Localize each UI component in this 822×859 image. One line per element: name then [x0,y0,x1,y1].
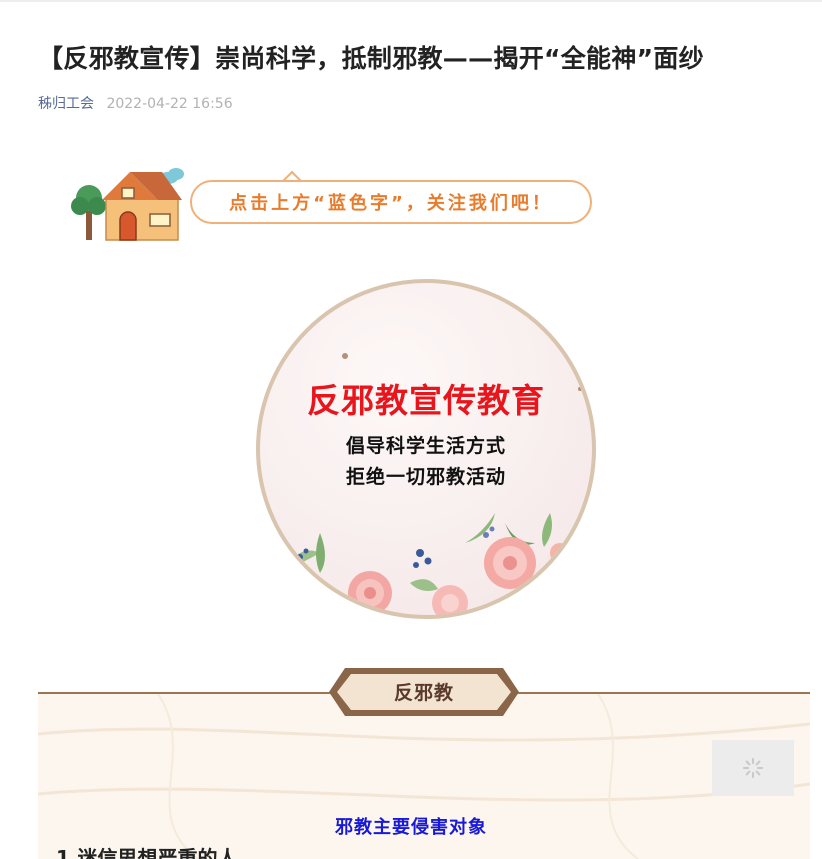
house-with-tree-icon [71,168,184,241]
promo-title: 反邪教宣传教育 [307,381,545,420]
top-divider [0,0,822,2]
article-title: 【反邪教宣传】崇尚科学，抵制邪教——揭开“全能神”面纱 [38,44,704,73]
decor-dot [342,353,348,359]
follow-banner[interactable]: 点击上方“蓝色字”，关注我们吧！ [70,164,600,244]
promo-circle-image: 反邪教宣传教育 倡导科学生活方式 拒绝一切邪教活动 [256,279,596,619]
section-subheading: 邪教主要侵害对象 [335,817,487,838]
loading-spinner-icon [743,758,763,778]
promo-line-1: 倡导科学生活方式 [345,435,506,457]
author-link[interactable]: 秭归工会 [38,96,94,112]
flower-decoration [280,513,570,615]
promo-line-2: 拒绝一切邪教活动 [345,466,506,488]
section-badge-label: 反邪教 [393,682,454,704]
article-meta: 秭归工会 2022-04-22 16:56 [38,94,233,114]
publish-date: 2022-04-22 16:56 [106,96,233,112]
follow-prompt[interactable]: 点击上方“蓝色字”，关注我们吧！ [190,180,592,224]
list-item: 1.迷信思想严重的人 [56,846,238,859]
loading-placeholder [712,740,794,796]
